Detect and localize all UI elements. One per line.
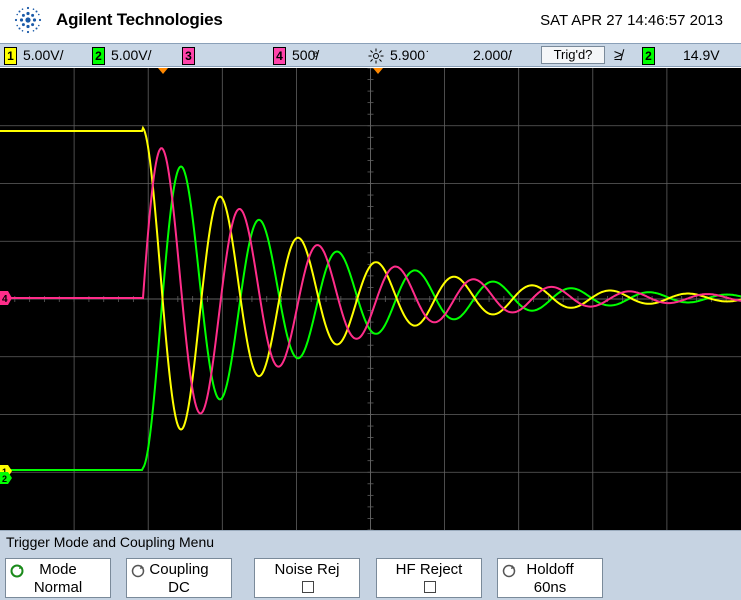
hf-reject-label: HF Reject — [395, 561, 463, 578]
ch4-badge: 4 — [273, 47, 286, 66]
trigger-status-button[interactable]: Trig'd? — [541, 46, 605, 64]
trigger-menu: Trigger Mode and Coupling Menu Mode Norm… — [0, 530, 741, 600]
ch3-badge: 3 — [182, 47, 195, 66]
noise-reject-checkbox[interactable] — [302, 581, 314, 593]
ch1-status[interactable]: 1 5.00V/ — [4, 47, 64, 66]
ch2-badge: 2 — [92, 47, 105, 66]
coupling-softkey[interactable]: Coupling DC — [126, 558, 232, 598]
ch2-marker-label: 2 — [2, 474, 7, 484]
date-time: SAT APR 27 14:46:57 2013 — [540, 12, 723, 29]
agilent-spark-logo-icon — [14, 6, 42, 34]
trigger-slope-icon: ≱ — [614, 47, 623, 64]
ch1-scale: 5.00V/ — [23, 47, 64, 63]
holdoff-softkey[interactable]: Holdoff 60ns — [497, 558, 603, 598]
trigger-source-badge: 2 — [642, 47, 655, 66]
mode-softkey[interactable]: Mode Normal — [5, 558, 111, 598]
delay-status[interactable]: 5.900͘ — [368, 47, 425, 64]
trigger-position-marker — [158, 68, 168, 74]
ch4-status[interactable]: 4 500ͤ/ — [273, 47, 320, 66]
ch4-scale: 500ͤ/ — [292, 47, 320, 63]
ch4-ground-marker: 4 — [0, 291, 12, 305]
ch1-badge: 1 — [4, 47, 17, 66]
waveform-display: 4 1 2 — [0, 67, 741, 531]
delay-sun-icon — [368, 48, 384, 64]
waveform-canvas: 4 1 2 — [0, 67, 741, 531]
brand-name: Agilent Technologies — [56, 10, 223, 29]
hf-reject-checkbox[interactable] — [424, 581, 436, 593]
ch3-status[interactable]: 3 — [182, 47, 201, 66]
header-bar: Agilent Technologies SAT APR 27 14:46:57… — [0, 0, 741, 42]
hf-reject-softkey[interactable]: HF Reject — [376, 558, 482, 598]
mode-label: Mode — [39, 561, 77, 578]
ch2-ground-marker: 2 — [0, 472, 12, 484]
menu-title: Trigger Mode and Coupling Menu — [6, 534, 215, 550]
mode-value: Normal — [33, 579, 83, 596]
ch2-status[interactable]: 2 5.00V/ — [92, 47, 152, 66]
status-bar: 1 5.00V/ 2 5.00V/ 3 4 500ͤ/ 5.900͘ 2.000͘/ … — [0, 43, 741, 67]
noise-reject-label: Noise Rej — [274, 561, 340, 578]
delay-reference-marker — [373, 68, 383, 74]
delay-value: 5.900͘ — [390, 47, 426, 63]
coupling-label: Coupling — [149, 561, 209, 578]
holdoff-label: Holdoff — [526, 561, 574, 578]
timebase-scale[interactable]: 2.000͘/ — [473, 47, 512, 63]
noise-reject-softkey[interactable]: Noise Rej — [254, 558, 360, 598]
coupling-value: DC — [168, 579, 190, 596]
holdoff-value: 60ns — [533, 579, 567, 596]
ch4-marker-label: 4 — [2, 294, 8, 305]
trigger-source[interactable]: 2 — [642, 47, 661, 66]
trigger-level[interactable]: 14.9V — [683, 47, 720, 63]
ch2-scale: 5.00V/ — [111, 47, 152, 63]
